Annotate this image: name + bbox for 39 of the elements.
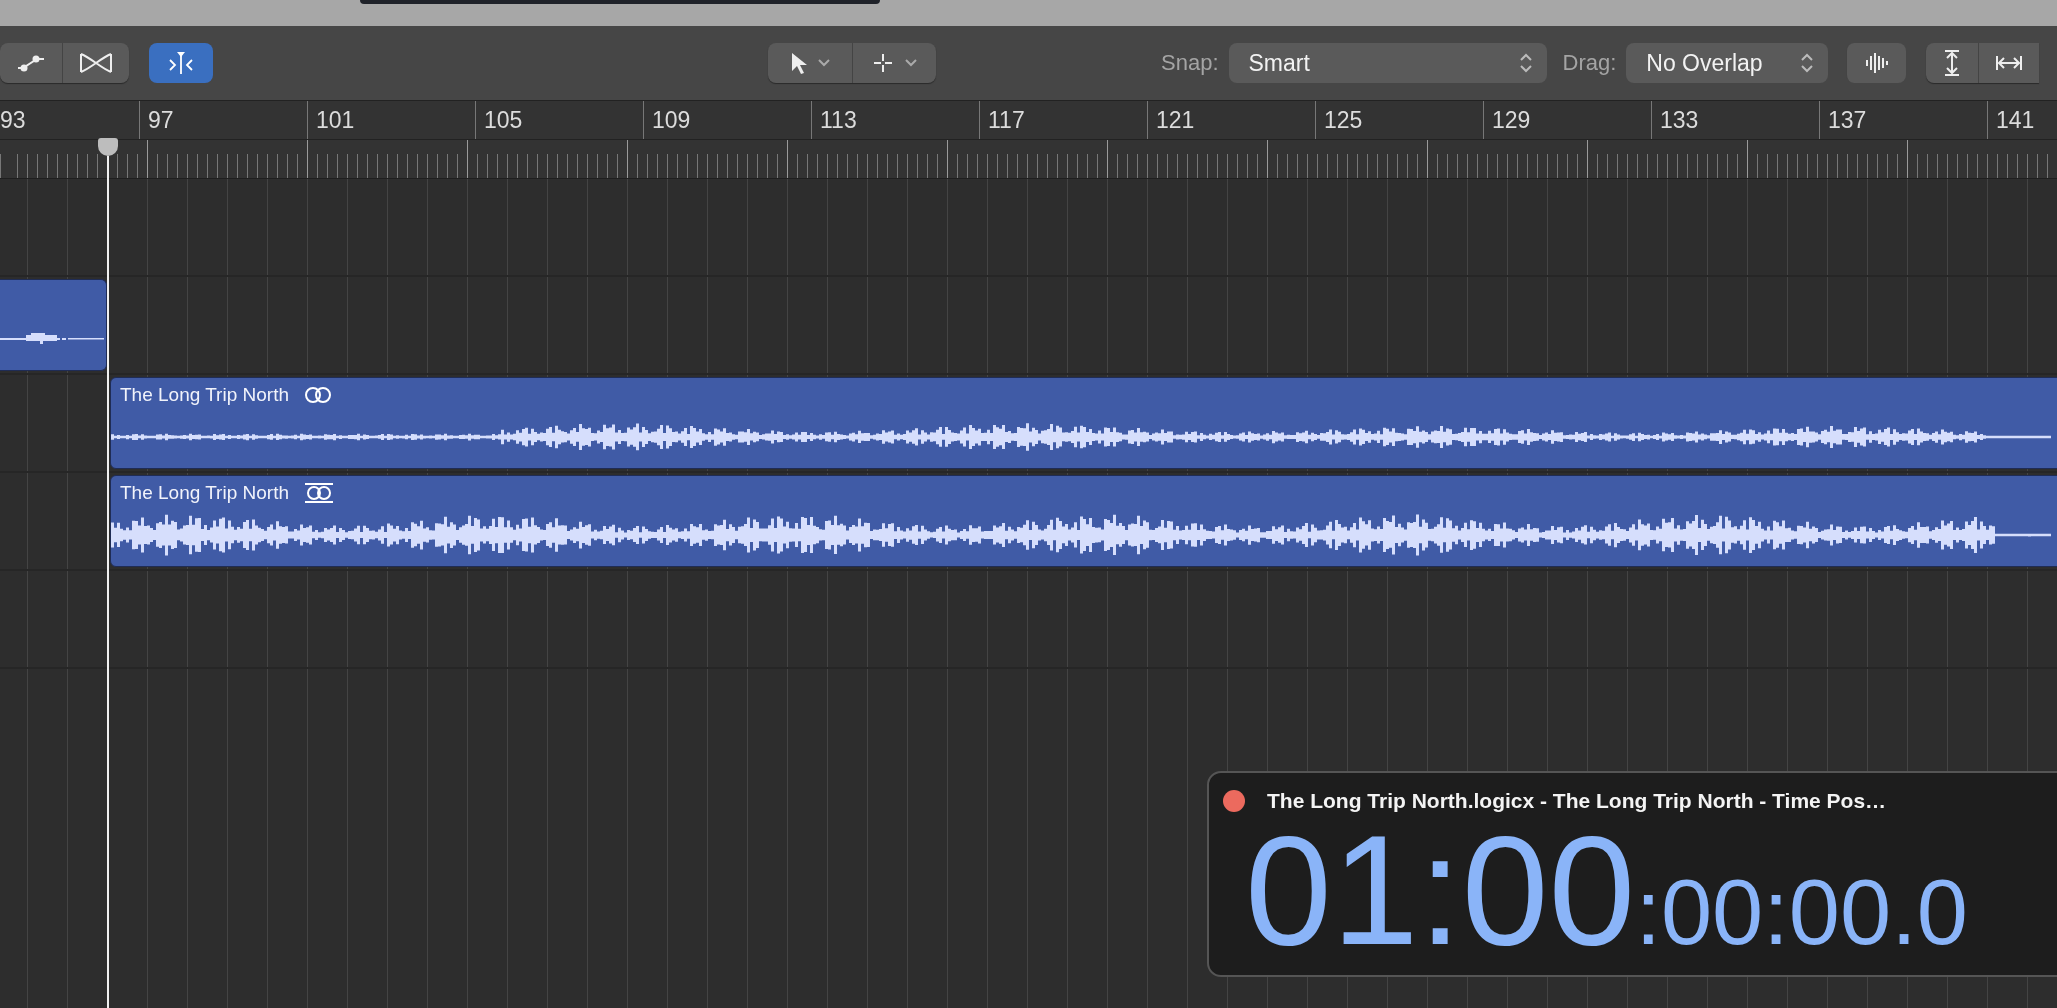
- snap-label: Snap:: [1161, 50, 1219, 76]
- catch-button[interactable]: [149, 43, 213, 83]
- bar-number: 109: [652, 106, 691, 134]
- audio-region[interactable]: The Long Trip North: [110, 377, 2057, 469]
- linked-rings-icon: [303, 386, 333, 404]
- bar-number: 113: [820, 106, 857, 134]
- chevron-down-icon: [903, 58, 918, 68]
- bar-number: 133: [1660, 106, 1699, 134]
- bar-number: 93: [0, 106, 26, 134]
- close-button[interactable]: [1223, 790, 1245, 812]
- waveform-icon: [1863, 50, 1890, 76]
- crosshair-icon: [871, 52, 894, 74]
- audio-region[interactable]: The Long Trip North: [110, 475, 2057, 567]
- playhead-drawing[interactable]: [98, 138, 118, 1008]
- bowtie-icon: [79, 52, 113, 74]
- bar-number: 141: [1996, 106, 2035, 134]
- pointer-icon: [789, 51, 807, 75]
- snap-dropdown[interactable]: Smart: [1228, 43, 1547, 83]
- playhead-catch-icon: [167, 50, 195, 76]
- bar-number: 97: [148, 106, 174, 134]
- up-down-chevron-icon: [1518, 51, 1533, 75]
- time-seconds-frames: :00:00.0: [1635, 860, 1968, 965]
- region-title: The Long Trip North: [120, 482, 289, 504]
- drag-dropdown[interactable]: No Overlap: [1626, 43, 1829, 83]
- bar-number: 101: [316, 106, 355, 134]
- bar-number: 121: [1156, 106, 1195, 134]
- drag-label: Drag:: [1562, 50, 1617, 76]
- bar-number: 105: [484, 106, 523, 134]
- audio-region[interactable]: [0, 279, 107, 371]
- region-title: The Long Trip North: [120, 384, 289, 406]
- linked-rings-icon: [303, 483, 335, 503]
- bar-number: 125: [1324, 106, 1363, 134]
- waveform-zoom-button[interactable]: [1846, 43, 1907, 83]
- up-down-chevron-icon: [1800, 51, 1815, 75]
- bar-number: 129: [1492, 106, 1531, 134]
- bar-number: 117: [988, 106, 1025, 134]
- chevron-down-icon: [817, 58, 831, 68]
- bar-number: 137: [1828, 106, 1867, 134]
- horizontal-resize-icon: [1995, 53, 2024, 73]
